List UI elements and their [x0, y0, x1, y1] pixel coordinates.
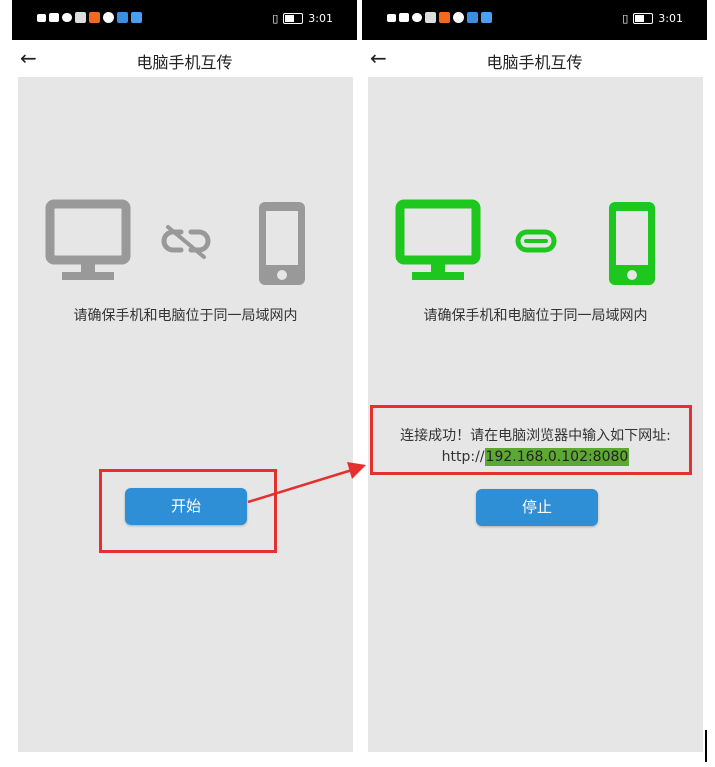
- computer-icon: [45, 199, 131, 280]
- vibrate-icon: ▯: [272, 12, 279, 25]
- main-content: 请确保手机和电脑位于同一局域网内 开始: [18, 77, 353, 752]
- title-bar: ← 电脑手机互传: [362, 40, 707, 77]
- computer-icon: [395, 199, 481, 280]
- chat-icon: [453, 12, 464, 23]
- start-button-highlight-box: [99, 469, 277, 553]
- connection-illustration: [395, 199, 655, 285]
- status-bar: ▯ 3:01: [12, 0, 357, 40]
- status-icons-left: [37, 12, 142, 23]
- vibrate-icon: ▯: [622, 12, 629, 25]
- status-icons-right: ▯ 3:01: [272, 12, 333, 25]
- phone-screen-left: ▯ 3:01 ← 电脑手机互传 请确保手机和电脑位于同一局域网内 开始: [12, 0, 357, 752]
- wifi-icon: [412, 13, 422, 22]
- hd-icon: [387, 13, 396, 22]
- hd-icon: [37, 13, 46, 22]
- status-bar: ▯ 3:01: [362, 0, 707, 40]
- chat-icon: [103, 12, 114, 23]
- link-icon: [515, 229, 557, 253]
- hotspot-icon: [425, 12, 436, 23]
- lan-hint: 请确保手机和电脑位于同一局域网内: [423, 308, 648, 324]
- status-time: 3:01: [658, 12, 683, 25]
- status-icons-right: ▯ 3:01: [622, 12, 683, 25]
- app-icon-blue-2: [481, 12, 492, 23]
- url-highlight-box: [370, 405, 692, 475]
- phone-screen-right: ▯ 3:01 ← 电脑手机互传 请确保手机和电脑位于同一局域网内 连接成功！请在…: [362, 0, 707, 752]
- phone-icon: [609, 202, 655, 285]
- page-title: 电脑手机互传: [486, 53, 583, 72]
- battery-icon: [283, 13, 304, 24]
- link-broken-icon: [161, 225, 211, 259]
- stop-button[interactable]: 停止: [476, 489, 598, 526]
- app-icon-orange: [439, 12, 450, 23]
- signal-icon: [49, 13, 59, 22]
- status-time: 3:01: [308, 12, 333, 25]
- connection-illustration: [45, 199, 305, 285]
- signal-icon: [399, 13, 409, 22]
- lan-hint: 请确保手机和电脑位于同一局域网内: [73, 308, 298, 324]
- phone-icon: [259, 202, 305, 285]
- text-cursor: [705, 730, 707, 762]
- title-bar: ← 电脑手机互传: [12, 40, 357, 77]
- app-icon-orange: [89, 12, 100, 23]
- page-title: 电脑手机互传: [136, 53, 233, 72]
- wifi-icon: [62, 13, 72, 22]
- app-icon-blue-2: [131, 12, 142, 23]
- app-icon-blue: [467, 12, 478, 23]
- hotspot-icon: [75, 12, 86, 23]
- battery-icon: [633, 13, 654, 24]
- app-icon-blue: [117, 12, 128, 23]
- status-icons-left: [387, 12, 492, 23]
